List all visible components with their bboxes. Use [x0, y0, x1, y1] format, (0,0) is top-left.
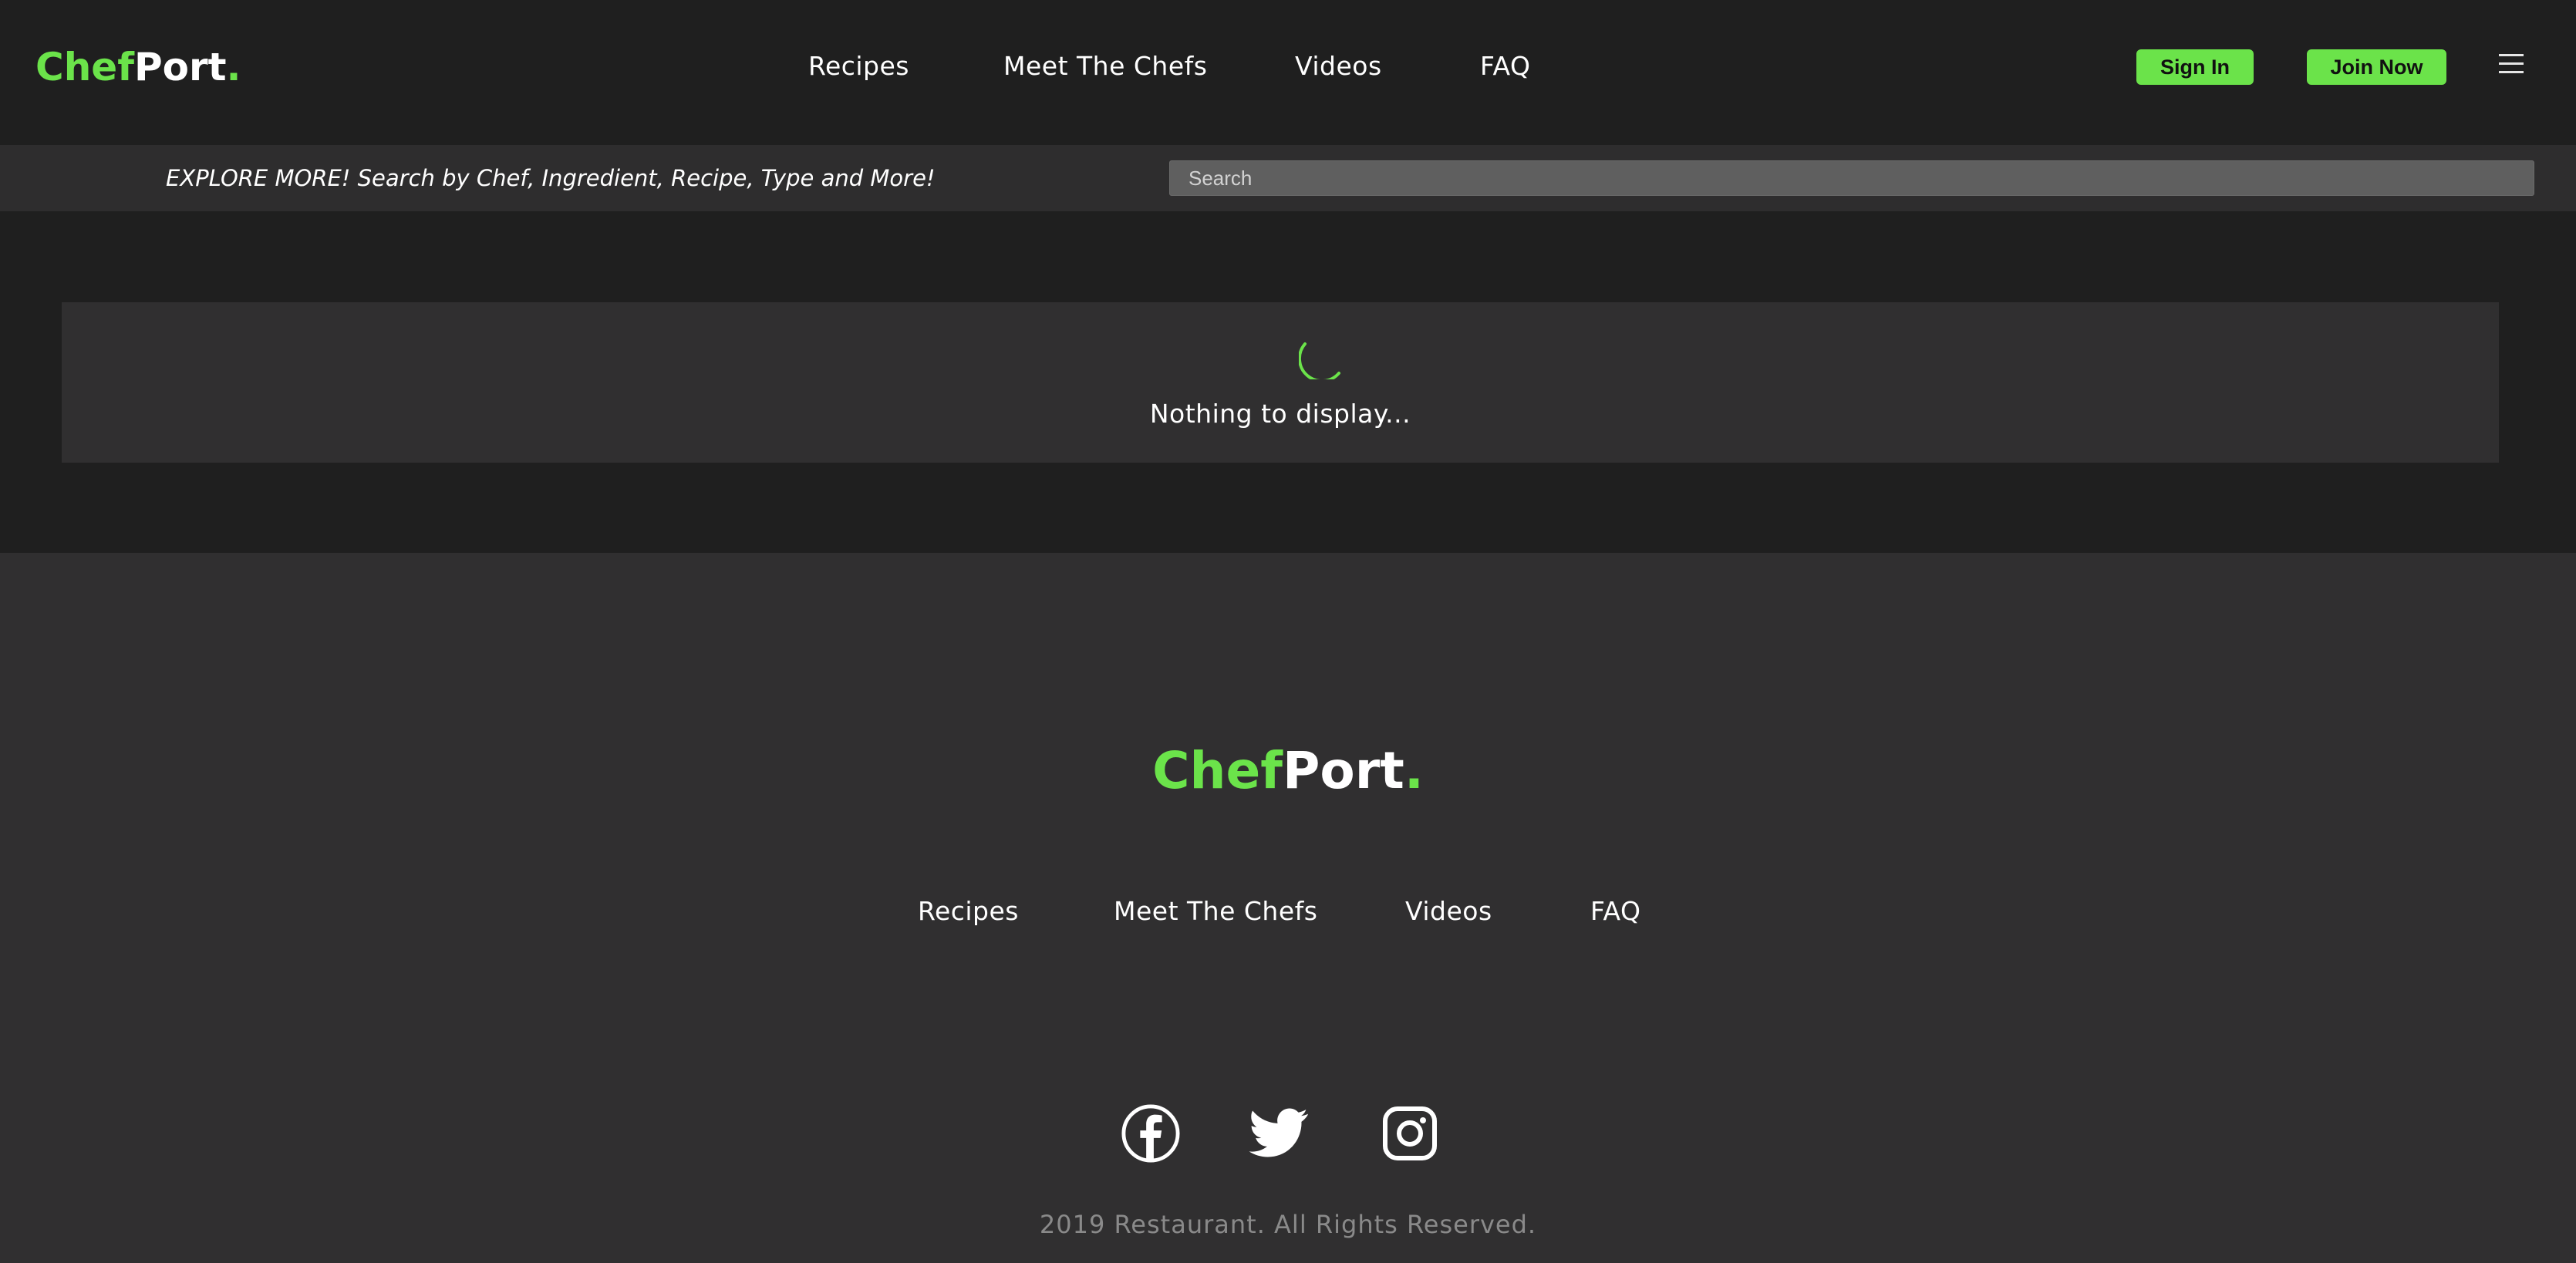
search-strip: EXPLORE MORE! Search by Chef, Ingredient…	[0, 145, 2576, 211]
header-logo[interactable]: ChefPort.	[35, 42, 241, 93]
logo-dot: .	[226, 45, 241, 89]
join-now-button[interactable]: Join Now	[2307, 49, 2446, 85]
footer-nav-recipes[interactable]: Recipes	[918, 896, 1019, 927]
footer-nav-videos[interactable]: Videos	[1405, 896, 1492, 927]
nav-recipes[interactable]: Recipes	[808, 51, 909, 82]
instagram-icon[interactable]	[1379, 1103, 1441, 1164]
nav-faq[interactable]: FAQ	[1480, 51, 1530, 82]
results-panel: Nothing to display...	[62, 302, 2499, 463]
loading-spinner-icon	[1299, 342, 1340, 379]
nav-meet-the-chefs[interactable]: Meet The Chefs	[1003, 51, 1207, 82]
main-content: Nothing to display...	[0, 211, 2576, 553]
search-input[interactable]	[1169, 160, 2534, 196]
logo-port-text: Port	[1283, 741, 1404, 800]
footer-logo[interactable]: ChefPort.	[0, 738, 2576, 804]
facebook-icon[interactable]	[1120, 1103, 1182, 1164]
explore-text: EXPLORE MORE! Search by Chef, Ingredient…	[166, 165, 936, 191]
logo-chef-text: Chef	[1152, 741, 1283, 800]
empty-state-message: Nothing to display...	[1149, 399, 1411, 429]
footer-nav-meet-the-chefs[interactable]: Meet The Chefs	[1114, 896, 1317, 927]
hamburger-menu-icon[interactable]	[2499, 54, 2524, 77]
site-header: ChefPort. Recipes Meet The Chefs Videos …	[0, 0, 2576, 145]
sign-in-button[interactable]: Sign In	[2136, 49, 2254, 85]
site-footer: ChefPort. Recipes Meet The Chefs Videos …	[0, 553, 2576, 1263]
logo-port-text: Port	[133, 45, 227, 89]
logo-dot: .	[1404, 741, 1424, 800]
copyright-text: 2019 Restaurant. All Rights Reserved.	[1039, 1210, 1537, 1239]
logo-chef-text: Chef	[35, 45, 134, 89]
twitter-icon[interactable]	[1249, 1103, 1310, 1164]
footer-nav-faq[interactable]: FAQ	[1590, 896, 1640, 927]
nav-videos[interactable]: Videos	[1295, 51, 1382, 82]
